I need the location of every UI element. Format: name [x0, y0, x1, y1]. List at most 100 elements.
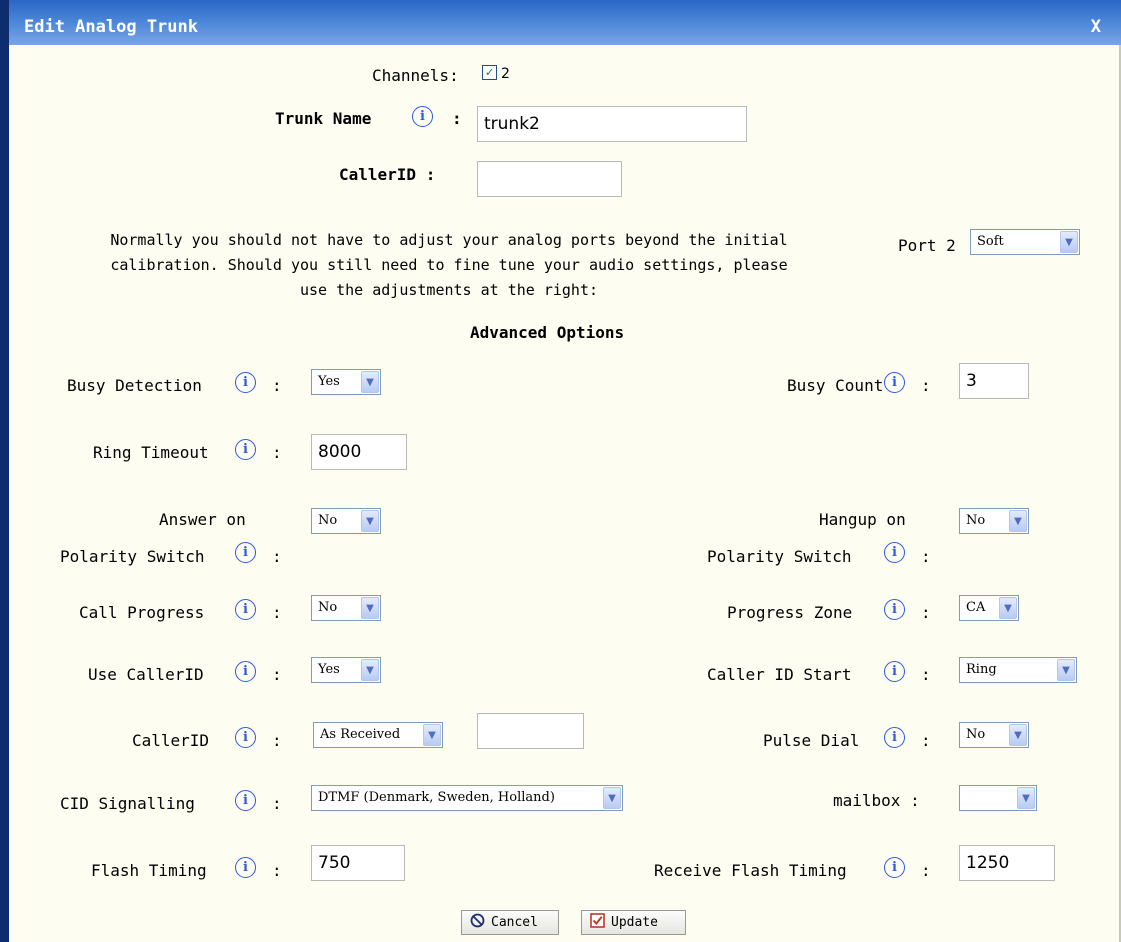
use-callerid-value: Yes [318, 662, 340, 677]
chevron-down-icon: ▼ [999, 597, 1017, 619]
trunk-name-label: Trunk Name [275, 109, 372, 128]
mailbox-select[interactable]: ▼ [959, 785, 1037, 811]
checkbox-icon [590, 913, 605, 932]
dialog-title: Edit Analog Trunk [24, 17, 198, 37]
trunk-name-colon: : [452, 109, 462, 128]
call-progress-value: No [318, 600, 338, 615]
update-button-label: Update [611, 915, 658, 930]
busy-count-input[interactable] [959, 363, 1029, 399]
callerid-mode-select[interactable]: As Received ▼ [313, 722, 443, 748]
answer-polarity-value: No [318, 513, 338, 528]
pulse-dial-select[interactable]: No ▼ [959, 722, 1029, 748]
flash-timing-input[interactable] [311, 845, 405, 881]
answer-polarity-colon: : [272, 547, 282, 566]
calibration-note: Normally you should not have to adjust y… [29, 228, 869, 303]
call-progress-info-icon[interactable]: i [235, 599, 256, 620]
port-label: Port 2 [898, 236, 956, 255]
ring-timeout-label: Ring Timeout [93, 443, 209, 462]
caller-id-start-colon: : [921, 665, 931, 684]
chevron-down-icon: ▼ [361, 597, 379, 619]
mailbox-label: mailbox : [833, 791, 920, 810]
use-callerid-select[interactable]: Yes ▼ [311, 657, 381, 683]
progress-zone-label: Progress Zone [727, 603, 853, 622]
dialog-title-bar[interactable]: Edit Analog Trunk X [9, 0, 1121, 45]
cancel-button-label: Cancel [491, 915, 538, 930]
callerid-mode-info-icon[interactable]: i [235, 727, 256, 748]
hangup-polarity-select[interactable]: No ▼ [959, 508, 1029, 534]
cancel-button[interactable]: Cancel [461, 910, 559, 935]
pulse-dial-colon: : [921, 731, 931, 750]
port-select[interactable]: Soft ▼ [970, 229, 1080, 255]
pulse-dial-label: Pulse Dial [763, 731, 860, 750]
chevron-down-icon: ▼ [361, 659, 379, 681]
receive-flash-timing-input[interactable] [959, 845, 1055, 881]
answer-polarity-select[interactable]: No ▼ [311, 508, 381, 534]
callerid-mode-value: As Received [320, 727, 401, 742]
pulse-dial-value: No [966, 727, 986, 742]
progress-zone-info-icon[interactable]: i [884, 599, 905, 620]
cid-signalling-value: DTMF (Denmark, Sweden, Holland) [318, 790, 555, 805]
close-button[interactable]: X [1091, 17, 1101, 37]
note-line-2: calibration. Should you still need to fi… [110, 256, 788, 274]
call-progress-colon: : [272, 603, 282, 622]
cid-signalling-label: CID Signalling [60, 794, 195, 813]
busy-detection-value: Yes [318, 374, 340, 389]
receive-flash-timing-info-icon[interactable]: i [884, 857, 905, 878]
receive-flash-timing-colon: : [921, 861, 931, 880]
ring-timeout-info-icon[interactable]: i [235, 439, 256, 460]
busy-detection-select[interactable]: Yes ▼ [311, 369, 381, 395]
hangup-polarity-label-line1: Hangup on [819, 510, 906, 529]
busy-detection-colon: : [272, 376, 282, 395]
chevron-down-icon: ▼ [1009, 510, 1027, 532]
use-callerid-info-icon[interactable]: i [235, 661, 256, 682]
answer-polarity-info-icon[interactable]: i [235, 542, 256, 563]
callerid-mode-colon: : [272, 731, 282, 750]
window-left-edge [0, 0, 9, 942]
cid-signalling-select[interactable]: DTMF (Denmark, Sweden, Holland) ▼ [311, 785, 623, 811]
caller-id-start-value: Ring [966, 662, 997, 677]
note-line-3: use the adjustments at the right: [299, 281, 598, 299]
hangup-polarity-label-line2: Polarity Switch [707, 547, 852, 566]
answer-polarity-label-line2: Polarity Switch [60, 547, 205, 566]
progress-zone-select[interactable]: CA ▼ [959, 595, 1019, 621]
use-callerid-colon: : [272, 665, 282, 684]
flash-timing-label: Flash Timing [91, 861, 207, 880]
busy-detection-label: Busy Detection [67, 376, 202, 395]
caller-id-start-label: Caller ID Start [707, 665, 852, 684]
callerid-input[interactable] [477, 161, 622, 197]
caller-id-start-select[interactable]: Ring ▼ [959, 657, 1077, 683]
trunk-name-info-icon[interactable]: i [412, 106, 433, 127]
note-line-1: Normally you should not have to adjust y… [110, 231, 788, 249]
busy-count-colon: : [921, 376, 931, 395]
answer-polarity-label-line1: Answer on [159, 510, 246, 529]
ring-timeout-input[interactable] [311, 434, 407, 470]
receive-flash-timing-label: Receive Flash Timing [654, 861, 847, 880]
flash-timing-info-icon[interactable]: i [235, 857, 256, 878]
chevron-down-icon: ▼ [361, 371, 379, 393]
caller-id-start-info-icon[interactable]: i [884, 661, 905, 682]
callerid-mode-text-input[interactable] [477, 713, 584, 749]
cid-signalling-info-icon[interactable]: i [235, 790, 256, 811]
busy-count-info-icon[interactable]: i [884, 372, 905, 393]
hangup-polarity-value: No [966, 513, 986, 528]
channel-number: 2 [501, 66, 510, 82]
progress-zone-colon: : [921, 603, 931, 622]
call-progress-select[interactable]: No ▼ [311, 595, 381, 621]
callerid-label: CallerID : [339, 165, 436, 184]
chevron-down-icon: ▼ [1060, 231, 1078, 253]
update-button[interactable]: Update [581, 910, 686, 935]
pulse-dial-info-icon[interactable]: i [884, 727, 905, 748]
advanced-options-heading: Advanced Options [470, 323, 625, 342]
chevron-down-icon: ▼ [361, 510, 379, 532]
busy-detection-info-icon[interactable]: i [235, 372, 256, 393]
chevron-down-icon: ▼ [423, 724, 441, 746]
hangup-polarity-info-icon[interactable]: i [884, 542, 905, 563]
chevron-down-icon: ▼ [1017, 787, 1035, 809]
callerid-mode-label: CallerID [132, 731, 210, 750]
flash-timing-colon: : [272, 861, 282, 880]
port-select-value: Soft [977, 234, 1004, 249]
chevron-down-icon: ▼ [603, 787, 621, 809]
channel-checkbox[interactable]: ✓ [482, 65, 497, 80]
hangup-polarity-colon: : [921, 547, 931, 566]
trunk-name-input[interactable] [477, 106, 747, 142]
